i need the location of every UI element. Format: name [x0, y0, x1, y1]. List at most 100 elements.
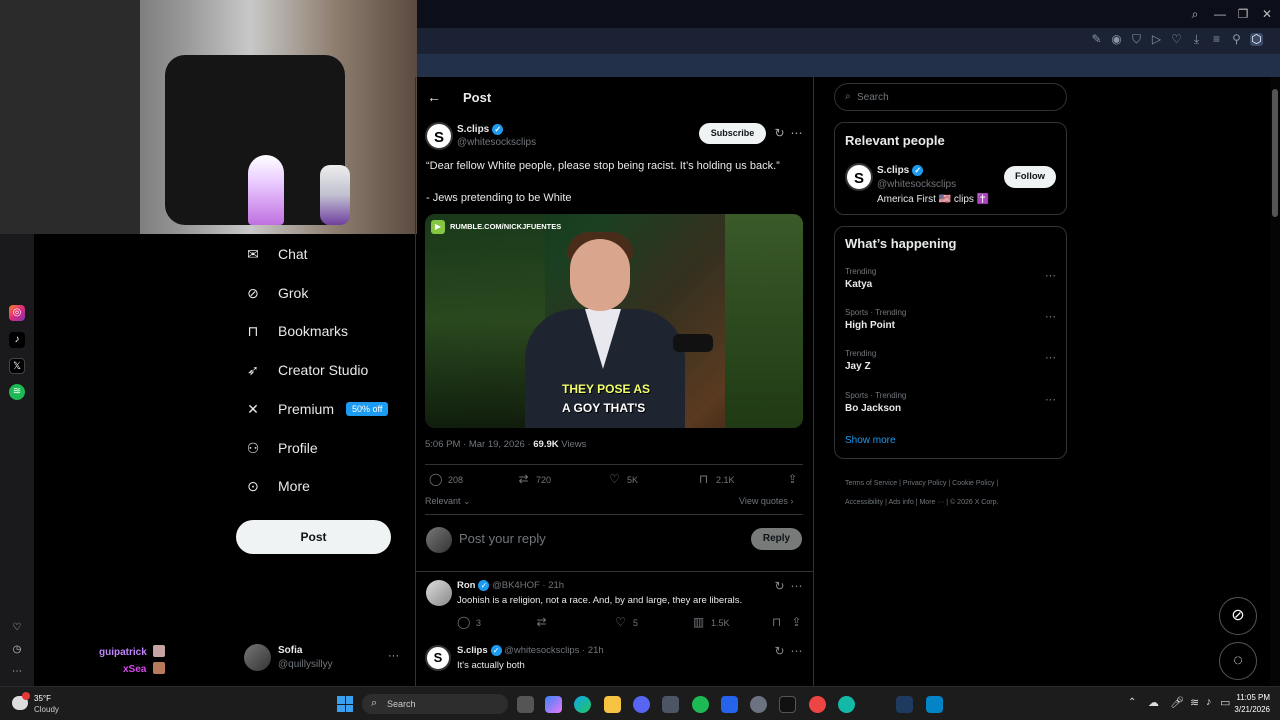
footer-link[interactable]: Ads info [888, 499, 913, 506]
more-icon[interactable]: ⋯ [9, 664, 25, 680]
tiktok-icon[interactable]: ♪ [9, 332, 25, 348]
author-avatar[interactable]: S [845, 163, 873, 191]
tiktok-icon[interactable] [779, 696, 796, 713]
footer-link[interactable]: More ··· [919, 499, 944, 506]
shield-icon[interactable]: ⛉ [1130, 33, 1143, 46]
repost-action[interactable]: ⇄ [535, 616, 548, 629]
play-icon[interactable]: ▷ [1150, 33, 1163, 46]
more-icon[interactable]: ⋯ [1045, 393, 1056, 406]
chat-fab-button[interactable]: ◌ [1219, 642, 1257, 680]
nav-premium[interactable]: ✕ Premium 50% off [244, 395, 389, 423]
like-action[interactable]: ♡ 5K [608, 473, 638, 486]
heart-icon[interactable]: ♡ [9, 620, 25, 636]
camera-icon[interactable]: ◉ [1110, 33, 1123, 46]
more-icon[interactable]: ⋯ [1045, 310, 1056, 323]
views-action[interactable]: ▥ 1.5K [692, 616, 730, 629]
chevron-up-icon[interactable]: ⌃ [1128, 697, 1136, 708]
account-more-button[interactable]: ··· [388, 650, 399, 662]
clock-time[interactable]: 11:05 PM [1230, 693, 1270, 702]
reply-input[interactable]: Post your reply [459, 531, 546, 546]
discord-icon[interactable] [633, 696, 650, 713]
search-icon[interactable]: ⌕ [1187, 6, 1203, 22]
weather-temp[interactable]: 35°F [34, 694, 51, 703]
profile-icon[interactable]: ⚲ [1230, 33, 1243, 46]
trend-item[interactable]: Trending Jay Z ⋯ [845, 349, 1056, 372]
clock-icon[interactable]: ◷ [9, 642, 25, 658]
x-icon[interactable]: 𝕏 [9, 358, 25, 374]
author-name-row[interactable]: S.clips ✓ [457, 124, 504, 135]
close-icon[interactable]: ✕ [1259, 6, 1275, 22]
clock-date[interactable]: 3/21/2026 [1222, 705, 1270, 714]
settings-icon[interactable] [750, 696, 767, 713]
copilot-icon[interactable] [545, 696, 562, 713]
avatar[interactable] [244, 644, 271, 671]
nav-creator-studio[interactable]: ➶ Creator Studio [244, 356, 368, 384]
file-explorer-icon[interactable] [604, 696, 621, 713]
steam-icon[interactable] [896, 696, 913, 713]
sort-dropdown[interactable]: Relevant ⌄ [425, 496, 471, 507]
bookmark-icon[interactable]: ⊓ [770, 616, 783, 629]
windows-start-icon[interactable] [337, 696, 353, 712]
opera-icon[interactable] [809, 696, 826, 713]
reply-header[interactable]: Ron ✓ @BK4HOF · 21h [457, 580, 564, 591]
search-input[interactable]: Search [857, 92, 889, 103]
back-button[interactable]: ← [427, 89, 441, 105]
repost-action[interactable]: ⇄ 720 [517, 473, 551, 486]
grok-explain-icon[interactable]: ↻ [773, 645, 786, 658]
view-quotes-link[interactable]: View quotes › [739, 496, 793, 506]
person-name-row[interactable]: S.clips ✓ [877, 165, 924, 176]
nav-grok[interactable]: ⊘ Grok [244, 279, 308, 307]
reply-action[interactable]: ◯ 3 [457, 616, 481, 629]
download-icon[interactable]: ⤓ [1190, 33, 1203, 46]
globe-icon[interactable] [838, 696, 855, 713]
scrollbar[interactable] [1270, 77, 1280, 686]
nav-bookmarks[interactable]: ⊓ Bookmarks [244, 317, 349, 345]
instagram-icon[interactable]: ◎ [9, 305, 25, 321]
subscribe-button[interactable]: Subscribe [699, 123, 766, 144]
grok-explain-icon[interactable]: ↻ [773, 127, 786, 140]
onedrive-icon[interactable]: ☁ [1148, 696, 1159, 709]
nav-chat[interactable]: ✉ Chat [244, 240, 307, 268]
like-action[interactable]: ♡ 5 [614, 616, 638, 629]
more-icon[interactable]: ⋯ [790, 580, 803, 593]
cube-icon[interactable]: ⬡ [1250, 33, 1263, 46]
footer-link[interactable]: Cookie Policy [952, 480, 994, 487]
scrollbar-thumb[interactable] [1272, 89, 1278, 217]
reply-button[interactable]: Reply [751, 528, 802, 550]
more-icon[interactable]: ⋯ [790, 645, 803, 658]
microphone-icon[interactable]: 🎤︎ [1170, 696, 1184, 709]
post-video[interactable]: ▶ RUMBLE.COM/NICKJFUENTES THEY POSE AS A… [425, 214, 803, 428]
store-icon[interactable] [662, 696, 679, 713]
weather-desc[interactable]: Cloudy [34, 705, 59, 714]
grok-explain-icon[interactable]: ↻ [773, 580, 786, 593]
mail-icon[interactable] [721, 696, 738, 713]
bookmark-action[interactable]: ⊓ 2.1K [697, 473, 735, 486]
avatar[interactable] [426, 580, 452, 606]
edit-icon[interactable]: ✎ [1090, 33, 1103, 46]
search-box[interactable]: ⌕ Search [834, 83, 1067, 111]
more-icon[interactable]: ⋯ [1045, 269, 1056, 282]
author-handle[interactable]: @whitesocksclips [457, 137, 536, 148]
trend-item[interactable]: Sports · Trending Bo Jackson ⋯ [845, 391, 1056, 414]
wifi-icon[interactable]: ≋ [1190, 696, 1199, 709]
footer-link[interactable]: Terms of Service [845, 480, 897, 487]
share-icon[interactable]: ⇪ [786, 473, 799, 486]
reply-action[interactable]: ◯ 208 [429, 473, 463, 486]
menu-icon[interactable]: ≡ [1210, 33, 1223, 46]
footer-link[interactable]: Accessibility [845, 499, 883, 506]
trend-item[interactable]: Sports · Trending High Point ⋯ [845, 308, 1056, 331]
spotify-icon[interactable]: ≋ [9, 384, 25, 400]
grok-fab-button[interactable]: ⊘ [1219, 597, 1257, 635]
reply-header[interactable]: S.clips ✓ @whitesocksclips · 21h [457, 645, 604, 656]
more-icon[interactable]: ⋯ [790, 127, 803, 140]
spotify-icon[interactable] [692, 696, 709, 713]
restore-icon[interactable]: ❐ [1235, 6, 1251, 22]
author-avatar[interactable]: S [425, 645, 451, 671]
nav-more[interactable]: ⊙ More [244, 472, 310, 500]
nav-profile[interactable]: ⚇ Profile [244, 434, 318, 462]
task-view-icon[interactable] [517, 696, 534, 713]
volume-icon[interactable]: ♪ [1206, 696, 1212, 708]
footer-link[interactable]: Privacy Policy [903, 480, 947, 487]
post-button[interactable]: Post [236, 520, 391, 554]
edge-icon[interactable] [574, 696, 591, 713]
